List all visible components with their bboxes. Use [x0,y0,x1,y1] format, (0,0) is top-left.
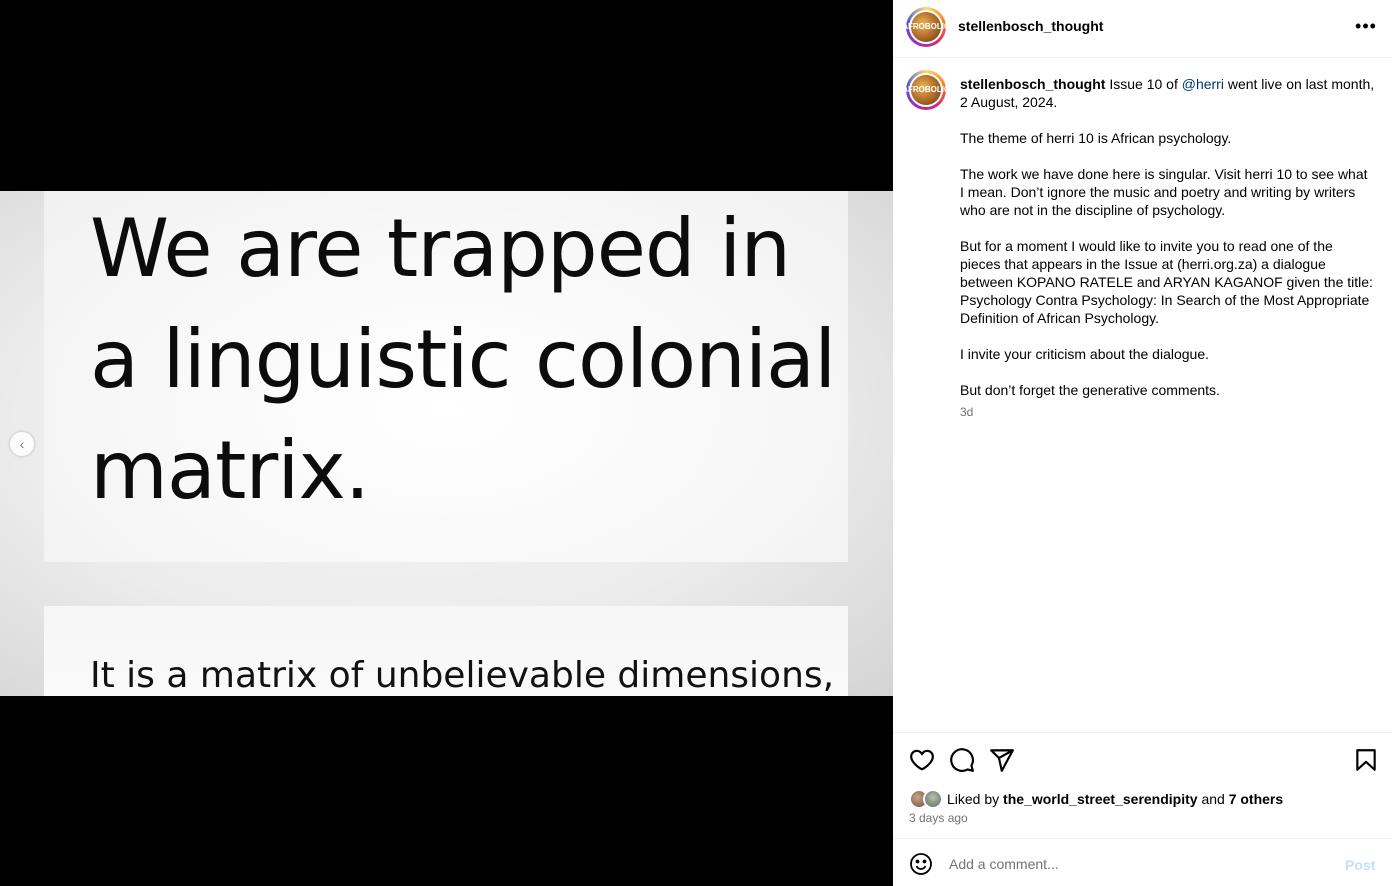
post-media: We are trapped in a linguistic colonial … [0,0,893,886]
liker-username[interactable]: the_world_street_serendipity [1003,791,1198,807]
caption-paragraph-6: But don’t forget the generative comments… [960,382,1220,398]
share-icon[interactable] [989,747,1015,773]
likes-text: Liked by the_world_street_serendipity an… [947,791,1284,807]
quote-line-1: We are trapped in [90,202,791,295]
comment-input[interactable] [949,852,1329,876]
carousel-slide[interactable]: We are trapped in a linguistic colonial … [0,191,893,696]
avatar-image: AFRO BOLIC [902,12,950,42]
chevron-left-icon: ‹ [19,436,25,452]
comment-bar: Post [893,838,1392,886]
quote-line-2: a linguistic colonial [90,313,836,406]
post-actions: Liked by the_world_street_serendipity an… [893,732,1392,838]
caption-author-avatar[interactable]: AFRO BOLIC [902,70,950,110]
caption-paragraph-2: The theme of herri 10 is African psychol… [960,130,1232,146]
author-username[interactable]: stellenbosch_thought [958,18,1103,34]
post-timestamp[interactable]: 3 days ago [909,811,968,825]
post-caption: stellenbosch_thought Issue 10 of @herri … [960,75,1375,417]
caption-paragraph-4: But for a moment I would like to invite … [960,238,1373,326]
likes-summary: Liked by the_world_street_serendipity an… [909,789,1283,809]
emoji-icon[interactable] [909,852,933,876]
comment-icon[interactable] [949,747,975,773]
caption-paragraph-5: I invite your criticism about the dialog… [960,346,1210,362]
liker-avatar[interactable] [923,789,943,809]
likes-others-link[interactable]: 7 others [1229,791,1283,807]
caption-username[interactable]: stellenbosch_thought [960,76,1105,92]
caption-paragraph-3: The work we have done here is singular. … [960,166,1368,218]
bookmark-icon[interactable] [1353,747,1379,773]
quote-line-3: matrix. [90,424,370,517]
author-avatar[interactable]: AFRO BOLIC [902,7,950,47]
mention-link[interactable]: @herri [1182,76,1224,92]
more-options-icon[interactable]: ••• [1355,14,1377,38]
caption-age[interactable]: 3d [960,405,973,419]
post-comment-button[interactable]: Post [1345,857,1375,873]
quote-text: We are trapped in a linguistic colonial … [90,193,850,526]
caption-paragraph-1: stellenbosch_thought Issue 10 of @herri … [960,76,1375,110]
post-panel: AFRO BOLIC stellenbosch_thought ••• AFRO B… [893,0,1392,886]
heart-icon[interactable] [909,747,935,773]
quote-subtext: It is a matrix of unbelievable dimension… [90,655,835,696]
post-header: AFRO BOLIC stellenbosch_thought ••• [893,0,1392,58]
avatar-image: AFRO BOLIC [902,75,950,105]
carousel-prev-button[interactable]: ‹ [10,432,34,456]
